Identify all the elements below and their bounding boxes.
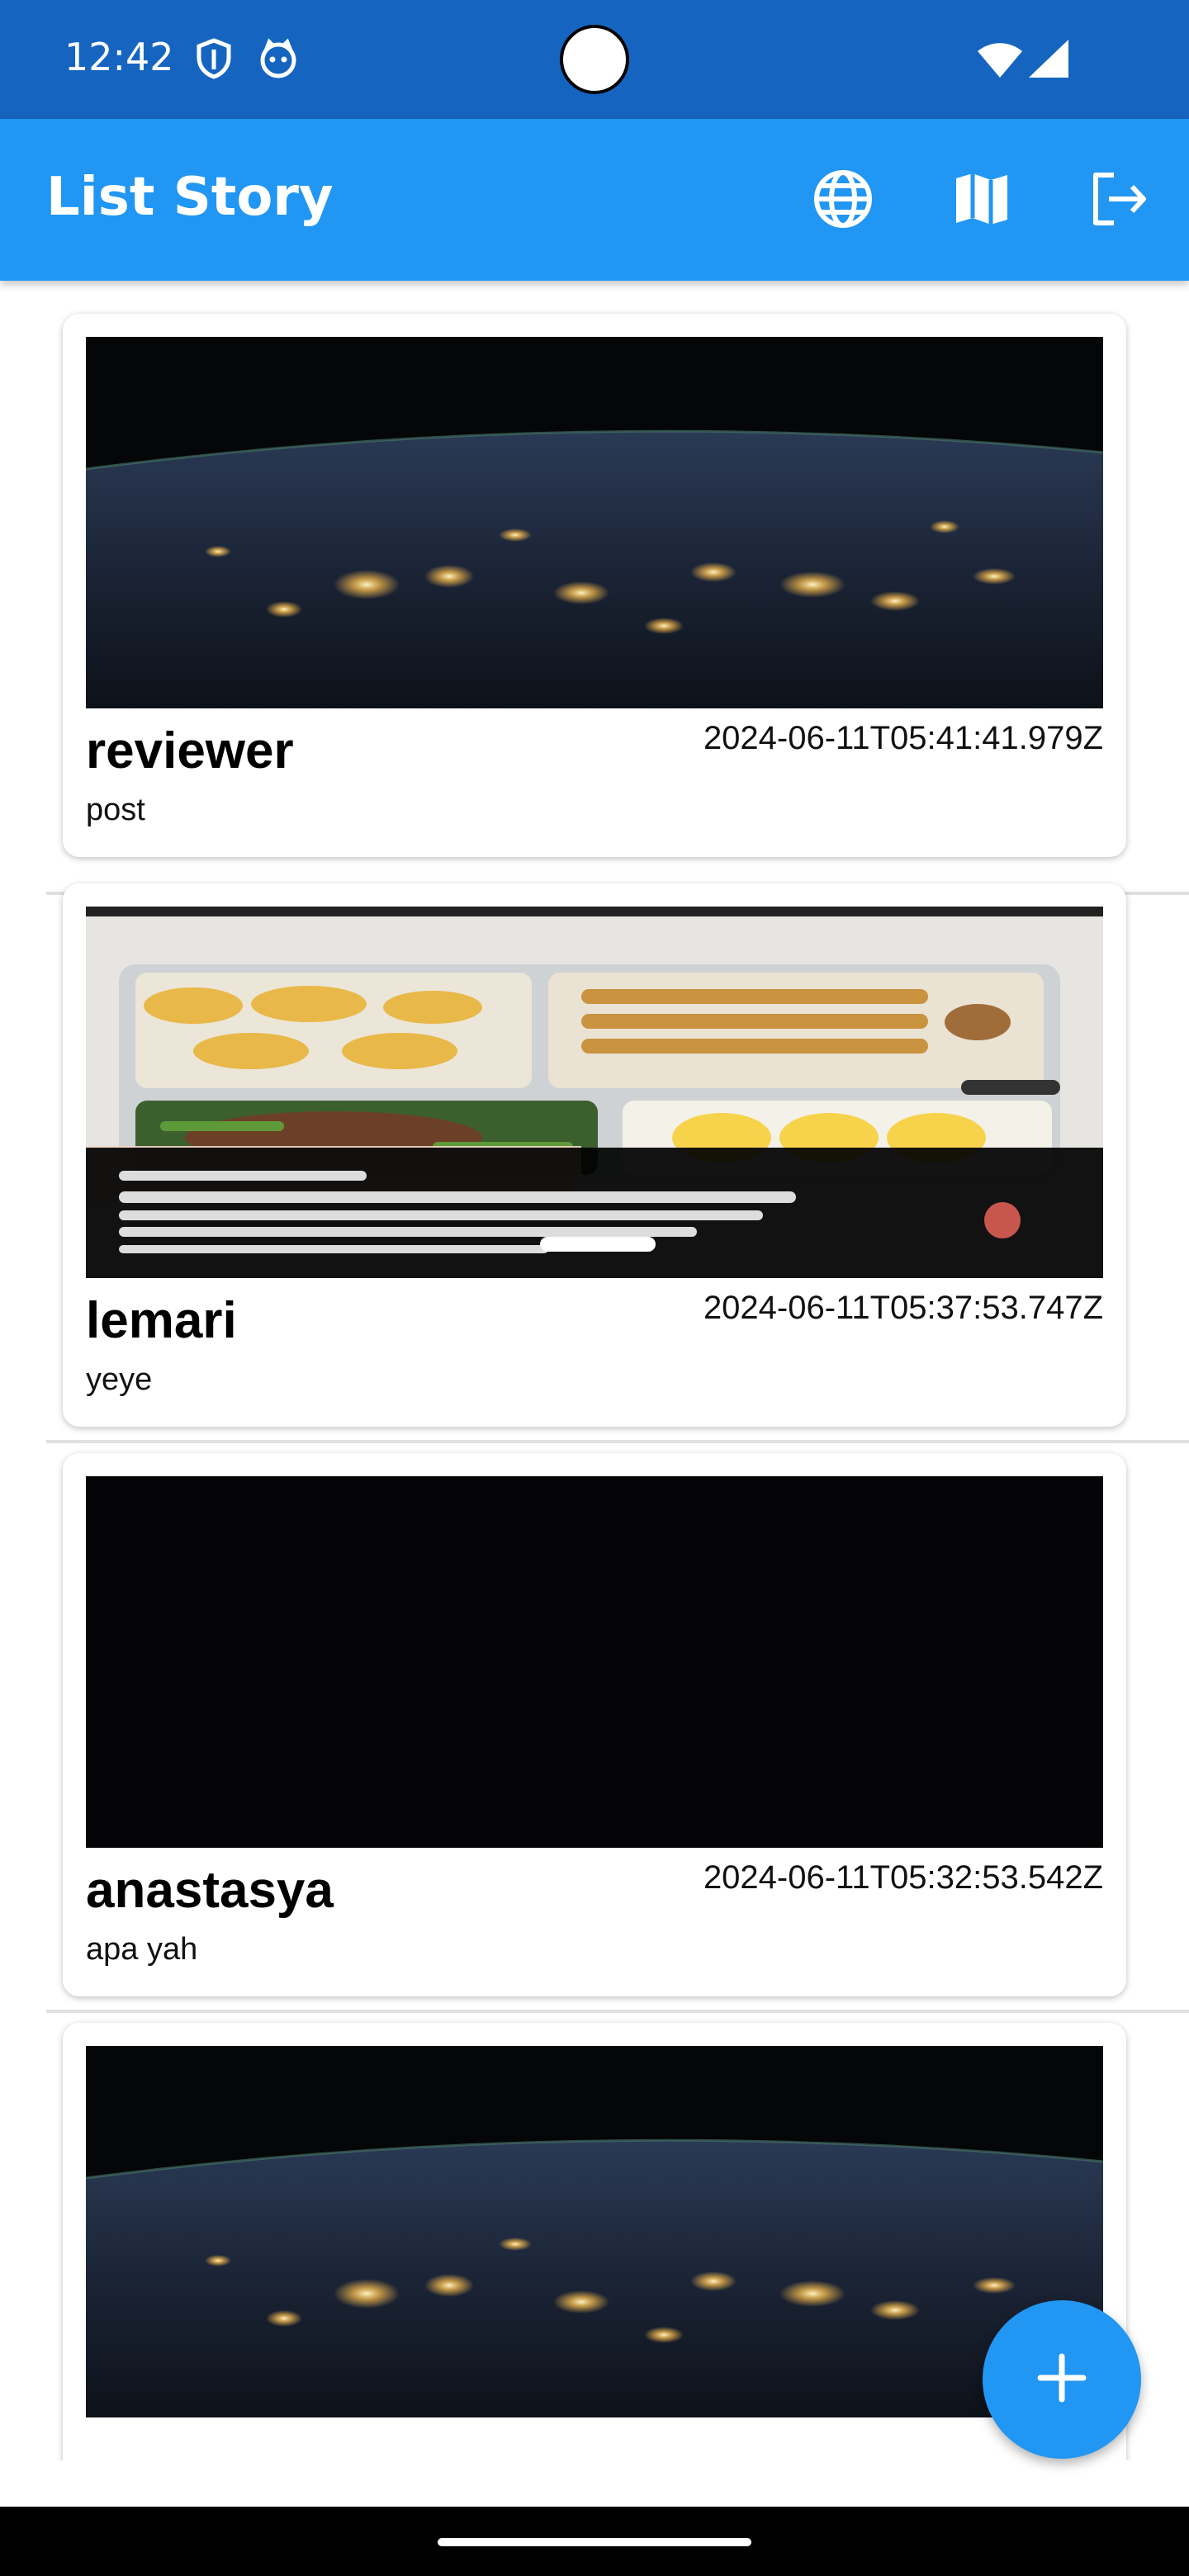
story-list[interactable]: reviewer 2024-06-11T05:41:41.979Z post l… (0, 281, 1189, 2460)
page-title: List Story (46, 167, 334, 228)
camera-cutout (560, 25, 629, 94)
story-image (86, 1476, 1103, 1848)
wifi-icon (978, 43, 1022, 81)
logout-button[interactable] (1073, 155, 1164, 246)
divider (46, 1440, 1189, 1443)
story-description: apa yah (86, 1932, 198, 1967)
story-card[interactable] (63, 2023, 1126, 2460)
story-card[interactable]: reviewer 2024-06-11T05:41:41.979Z post (63, 314, 1126, 857)
list-item[interactable] (46, 2023, 1126, 2460)
story-description: yeye (86, 1362, 153, 1397)
story-image (86, 907, 1103, 1278)
navigation-bar (0, 2507, 1189, 2576)
list-item[interactable]: reviewer 2024-06-11T05:41:41.979Z post (46, 314, 1189, 895)
map-icon (953, 170, 1011, 231)
status-time: 12:42 (64, 35, 174, 79)
language-icon (812, 168, 874, 234)
map-button[interactable] (936, 155, 1027, 246)
add-story-button[interactable] (983, 2300, 1141, 2459)
divider (46, 2010, 1189, 2013)
logout-icon (1089, 170, 1149, 231)
status-bar: 12:42 (0, 0, 1189, 119)
story-card[interactable]: lemari 2024-06-11T05:37:53.747Z yeye (63, 883, 1126, 1427)
cat-face-icon (259, 38, 297, 79)
story-name: reviewer (86, 722, 294, 779)
list-item[interactable]: anastasya 2024-06-11T05:32:53.542Z apa y… (46, 1453, 1189, 2021)
shield-icon (195, 38, 233, 79)
story-image (86, 2046, 1103, 2417)
story-date: 2024-06-11T05:41:41.979Z (703, 720, 1103, 756)
story-name: anastasya (86, 1862, 334, 1919)
plus-icon (1037, 2353, 1087, 2406)
language-button[interactable] (798, 155, 888, 246)
story-date: 2024-06-11T05:37:53.747Z (703, 1290, 1103, 1326)
story-date: 2024-06-11T05:32:53.542Z (703, 1859, 1103, 1896)
story-name: lemari (86, 1292, 237, 1349)
story-description: post (86, 793, 145, 827)
app-bar: List Story (0, 119, 1189, 281)
story-card[interactable]: anastasya 2024-06-11T05:32:53.542Z apa y… (63, 1453, 1126, 1996)
home-handle[interactable] (438, 2538, 751, 2546)
story-image (86, 337, 1103, 708)
list-item[interactable]: lemari 2024-06-11T05:37:53.747Z yeye (46, 883, 1189, 1451)
signal-icon (1029, 40, 1068, 81)
